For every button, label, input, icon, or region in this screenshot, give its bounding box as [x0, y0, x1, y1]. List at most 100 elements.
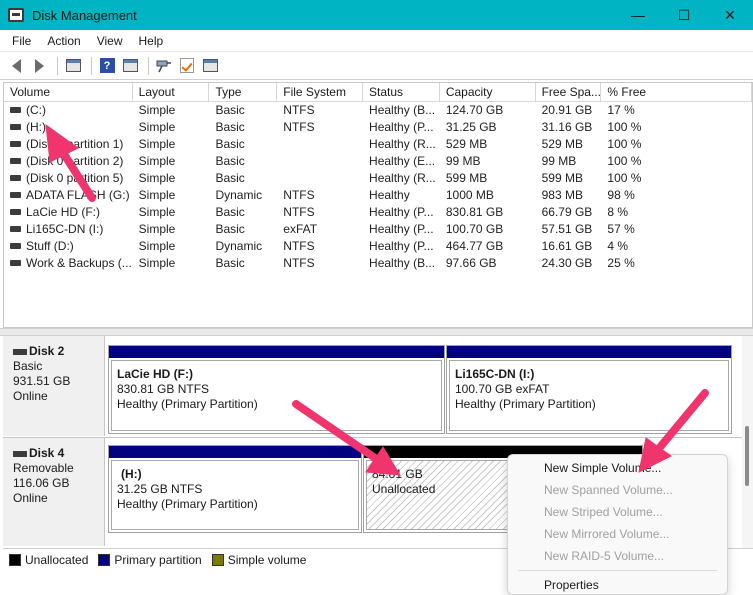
disk-4-name: Disk 4 — [13, 446, 104, 461]
table-row[interactable]: Stuff (D:) Simple Dynamic NTFS Healthy (P...… — [4, 238, 752, 255]
volume-icon — [10, 242, 21, 249]
cell-percent-free: 25 % — [607, 256, 635, 270]
context-menu: New Simple Volume... New Spanned Volume.… — [507, 454, 728, 595]
cell-percent-free: 4 % — [607, 239, 629, 253]
cell-layout: Simple — [138, 239, 176, 253]
cell-layout: Simple — [138, 256, 176, 270]
maximize-button[interactable]: ☐ — [661, 0, 707, 30]
cell-file-system — [277, 136, 363, 153]
volume-name: (C:) — [26, 103, 46, 117]
legend-swatch — [9, 553, 21, 566]
menu-new-simple-volume[interactable]: New Simple Volume... — [508, 457, 727, 479]
column-percent-free[interactable]: % Free — [601, 83, 752, 101]
volume-icon — [10, 259, 21, 266]
primary-partition-bar — [447, 346, 731, 358]
table-row[interactable]: (H:) Simple Basic NTFS Healthy (P... 31.25 GB… — [4, 119, 752, 136]
cell-percent-free: 100 % — [607, 137, 642, 151]
scrollbar-thumb[interactable] — [745, 426, 749, 486]
column-file-system[interactable]: File System — [277, 83, 364, 101]
volume-name: (H:) — [26, 120, 46, 134]
partition-body: Li165C-DN (I:) 100.70 GB exFAT Healthy (… — [449, 360, 729, 431]
cell-free-space: 24.30 GB — [541, 256, 593, 270]
column-type[interactable]: Type — [209, 83, 278, 101]
partition-status: Healthy (Primary Partition) — [455, 397, 596, 411]
pane-splitter[interactable] — [0, 328, 753, 336]
volume-icon — [10, 208, 21, 215]
volume-name: ADATA FLASH (G:) — [26, 188, 130, 202]
cell-volume: Work & Backups (... — [4, 255, 133, 272]
volume-name: Stuff (D:) — [26, 239, 74, 253]
menu-new-striped-volume[interactable]: New Striped Volume... — [508, 501, 727, 523]
cell-volume: (Disk 0 partition 1) — [4, 136, 133, 153]
primary-partition-bar — [109, 446, 361, 458]
close-button[interactable]: ✕ — [707, 0, 753, 30]
menu-view[interactable]: View — [89, 34, 131, 48]
cell-percent-free: 100 % — [607, 120, 642, 134]
graphical-view-scrollbar[interactable] — [742, 336, 753, 548]
menu-help[interactable]: Help — [131, 34, 172, 48]
properties-icon[interactable] — [120, 56, 140, 76]
cell-layout: Simple — [138, 205, 176, 219]
cell-percent-free: 98 % — [607, 188, 635, 202]
disk-list-icon[interactable] — [63, 56, 83, 76]
help-icon[interactable]: ? — [97, 56, 117, 76]
cell-volume: (C:) — [4, 102, 133, 119]
partition-lacie-hd[interactable]: LaCie HD (F:) 830.81 GB NTFS Healthy (Pr… — [108, 345, 445, 434]
connect-icon[interactable] — [154, 56, 174, 76]
column-capacity[interactable]: Capacity — [440, 83, 536, 101]
volume-rows: (C:) Simple Basic NTFS Healthy (B... 124.70 G… — [4, 102, 752, 272]
cell-layout: Simple — [138, 171, 176, 185]
cell-status: Healthy (P... — [369, 120, 434, 134]
column-status[interactable]: Status — [363, 83, 440, 101]
disk-4-label[interactable]: Disk 4 Removable 116.06 GB Online — [3, 438, 105, 546]
menu-properties[interactable]: Properties — [508, 574, 727, 595]
disk-2-label[interactable]: Disk 2 Basic 931.51 GB Online — [3, 336, 105, 436]
cell-file-system: exFAT — [283, 222, 318, 236]
cell-capacity: 464.77 GB — [445, 239, 504, 253]
menu-new-raid5-volume[interactable]: New RAID-5 Volume... — [508, 545, 727, 567]
check-icon[interactable] — [177, 56, 197, 76]
table-row[interactable]: (Disk 0 partition 2) Simple Basic Healthy (… — [4, 153, 752, 170]
partition-size: 100.70 GB exFAT — [455, 382, 550, 396]
cell-status: Healthy (E... — [369, 154, 436, 168]
legend-unallocated: Unallocated — [9, 553, 88, 567]
cell-capacity: 1000 MB — [445, 188, 494, 202]
volume-name: (Disk 0 partition 5) — [26, 171, 124, 185]
table-row[interactable]: (Disk 0 partition 1) Simple Basic Healthy (… — [4, 136, 752, 153]
cell-free-space: 31.16 GB — [541, 120, 593, 134]
forward-icon[interactable] — [29, 56, 49, 76]
cell-type: Dynamic — [215, 239, 263, 253]
minimize-button[interactable]: — — [615, 0, 661, 30]
column-free-space[interactable]: Free Spa... — [536, 83, 602, 101]
partition-body: LaCie HD (F:) 830.81 GB NTFS Healthy (Pr… — [111, 360, 442, 431]
cell-file-system — [277, 170, 363, 187]
partition-h-drive[interactable]: (H:) 31.25 GB NTFS Healthy (Primary Part… — [108, 445, 362, 533]
cell-percent-free: 100 % — [607, 171, 642, 185]
table-row[interactable]: (Disk 0 partition 5) Simple Basic Healthy (… — [4, 170, 752, 187]
menu-file[interactable]: File — [4, 34, 39, 48]
console-icon[interactable] — [200, 56, 220, 76]
table-row[interactable]: LaCie HD (F:) Simple Basic NTFS Healthy (P..… — [4, 204, 752, 221]
title-bar: Disk Management — ☐ ✕ — [0, 0, 753, 30]
table-row[interactable]: Li165C-DN (I:) Simple Basic exFAT Healthy (P… — [4, 221, 752, 238]
column-layout[interactable]: Layout — [133, 83, 210, 101]
menu-new-mirrored-volume[interactable]: New Mirrored Volume... — [508, 523, 727, 545]
volume-icon — [10, 123, 21, 130]
back-icon[interactable] — [6, 56, 26, 76]
partition-li165c-dn[interactable]: Li165C-DN (I:) 100.70 GB exFAT Healthy (… — [446, 345, 732, 434]
volume-list: Volume Layout Type File System Status Ca… — [3, 82, 753, 328]
volume-icon — [10, 157, 21, 164]
disk-icon — [13, 450, 27, 457]
legend-swatch — [211, 553, 224, 566]
table-row[interactable]: (C:) Simple Basic NTFS Healthy (B... 124.70 G… — [4, 102, 752, 119]
volume-list-header: Volume Layout Type File System Status Ca… — [4, 83, 752, 102]
table-row[interactable]: Work & Backups (... Simple Basic NTFS Health… — [4, 255, 752, 272]
table-row[interactable]: ADATA FLASH (G:) Simple Dynamic NTFS Healthy… — [4, 187, 752, 204]
cell-type: Basic — [215, 120, 245, 134]
column-volume[interactable]: Volume — [4, 83, 133, 101]
menu-new-spanned-volume[interactable]: New Spanned Volume... — [508, 479, 727, 501]
cell-type: Dynamic — [215, 188, 263, 202]
cell-status: Healthy (R... — [369, 171, 436, 185]
volume-icon — [10, 174, 21, 181]
menu-action[interactable]: Action — [39, 34, 88, 48]
